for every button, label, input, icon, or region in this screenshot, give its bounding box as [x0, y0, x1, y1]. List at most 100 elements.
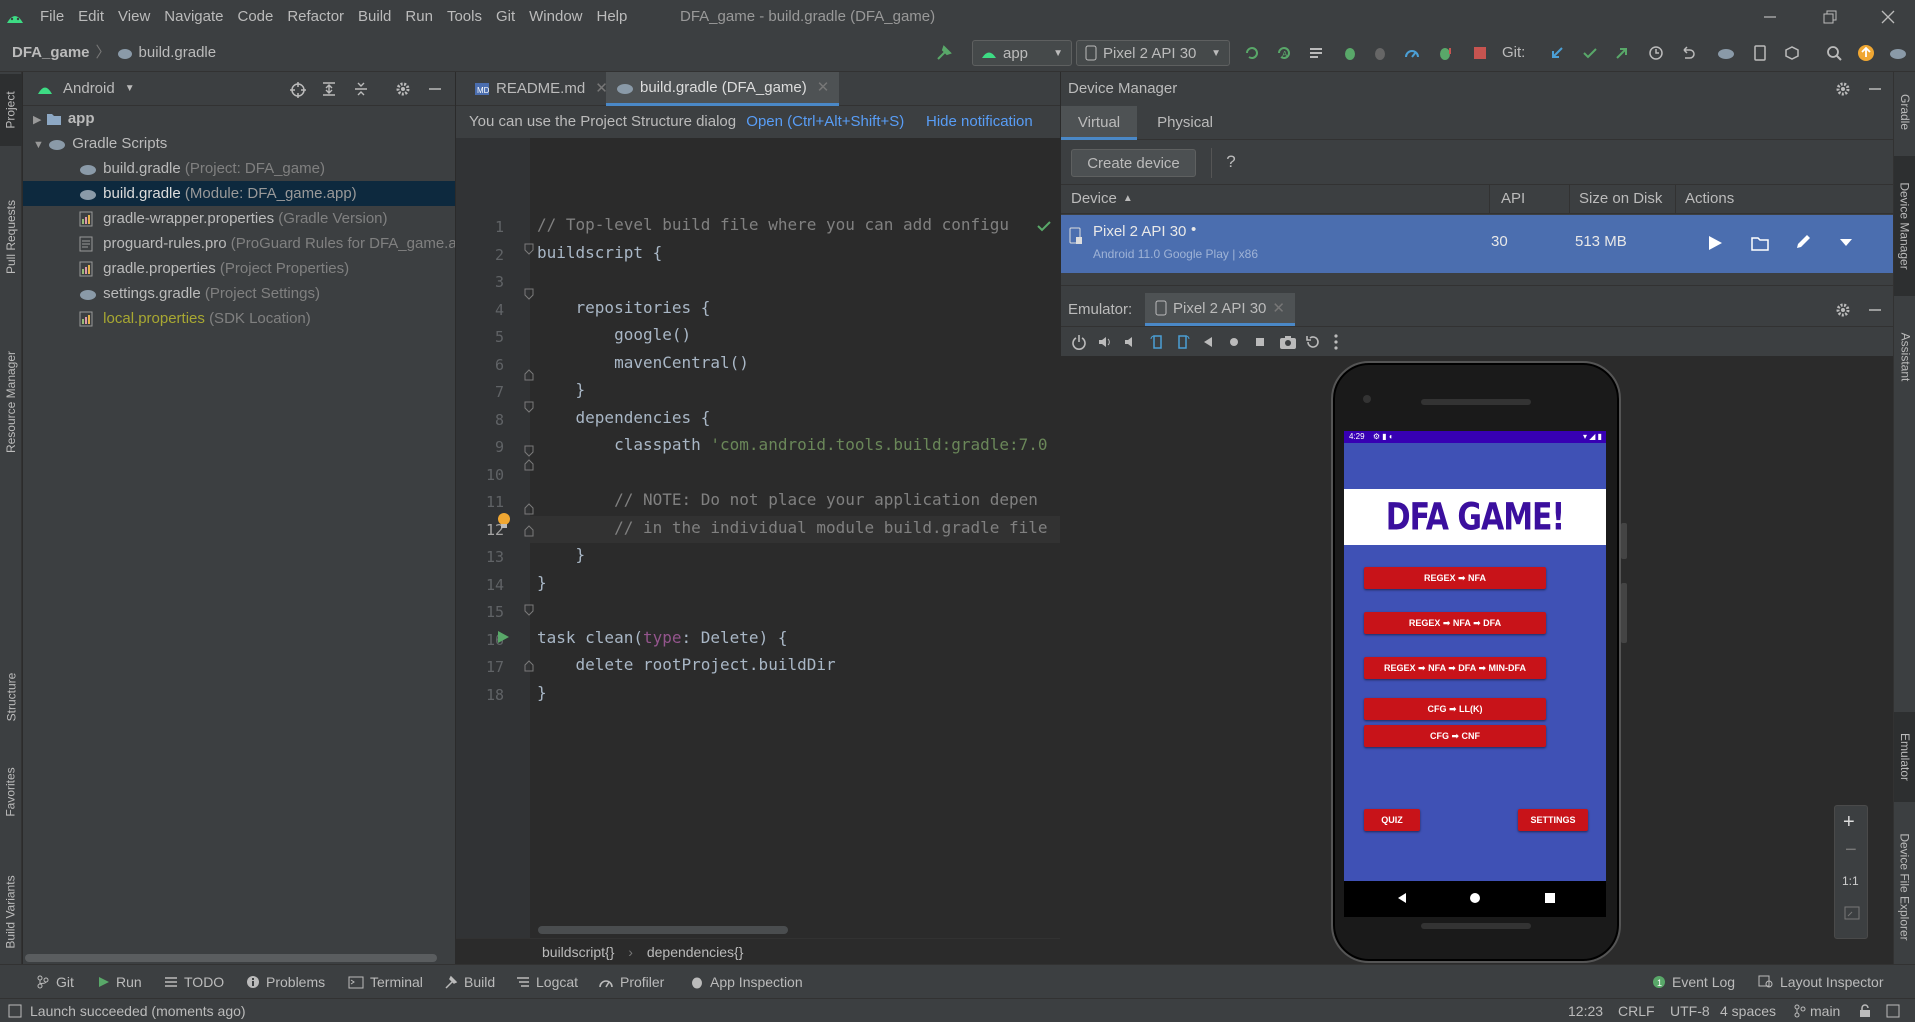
todo-tool-button[interactable]: TODO	[164, 965, 224, 999]
lightbulb-icon[interactable]	[496, 512, 512, 530]
apply-code-changes-icon[interactable]: A	[1272, 42, 1296, 64]
tab-readme[interactable]: MD README.md ✕	[464, 72, 618, 106]
gear-icon[interactable]	[395, 81, 411, 97]
tab-virtual[interactable]: Virtual	[1061, 106, 1137, 140]
overview-icon[interactable]	[1253, 335, 1267, 349]
tree-item-local-properties[interactable]: local.properties (SDK Location)	[23, 306, 455, 331]
help-button[interactable]: ?	[1219, 150, 1243, 174]
file-encoding[interactable]: UTF-8	[1670, 999, 1710, 1022]
device-row[interactable]: Pixel 2 API 30 • Android 11.0 Google Pla…	[1061, 215, 1893, 273]
gradle-tool-tab[interactable]: Gradle	[1894, 72, 1915, 152]
gradle-sync-icon[interactable]	[1714, 42, 1738, 64]
sdk-manager-icon[interactable]	[1780, 42, 1804, 64]
rotate-left-icon[interactable]	[1149, 334, 1165, 350]
project-tool-tab[interactable]: Project	[0, 74, 22, 146]
lock-icon[interactable]	[1858, 1004, 1872, 1018]
column-device[interactable]: Device ▲	[1071, 185, 1133, 213]
menu-build[interactable]: Build	[351, 0, 398, 34]
attach-debugger-icon[interactable]	[1368, 42, 1392, 64]
structure-tool-tab[interactable]: Structure	[0, 642, 22, 752]
search-icon[interactable]	[1822, 42, 1846, 64]
zoom-out-icon[interactable]: −	[1845, 840, 1857, 860]
horizontal-scrollbar[interactable]	[25, 954, 437, 962]
open-folder-icon[interactable]	[1751, 235, 1769, 251]
more-actions-icon[interactable]	[1839, 238, 1853, 248]
update-icon[interactable]	[1854, 42, 1878, 64]
git-commit-icon[interactable]	[1578, 42, 1602, 64]
phone-back-icon[interactable]	[1396, 892, 1408, 904]
menu-git[interactable]: Git	[489, 0, 522, 34]
logcat-tool-button[interactable]: Logcat	[516, 965, 578, 999]
regex-min-dfa-button[interactable]: REGEX ➡ NFA ➡ DFA ➡ MIN-DFA	[1364, 657, 1546, 679]
minimize-icon[interactable]	[1762, 9, 1778, 25]
tree-item-gradle-wrapper[interactable]: gradle-wrapper.properties (Gradle Versio…	[23, 206, 455, 231]
collapse-all-icon[interactable]	[353, 81, 369, 97]
tree-item-build-gradle-project[interactable]: build.gradle (Project: DFA_game)	[23, 156, 455, 181]
device-file-explorer-tool-tab[interactable]: Device File Explorer	[1894, 812, 1915, 962]
power-icon[interactable]	[1071, 334, 1087, 350]
tree-item-gradle-scripts[interactable]: ▼ Gradle Scripts	[23, 131, 455, 156]
camera-icon[interactable]	[1279, 334, 1297, 350]
git-push-icon[interactable]	[1610, 42, 1634, 64]
emulator-device-tab[interactable]: Pixel 2 API 30 ✕	[1145, 293, 1295, 326]
caret-position[interactable]: 12:23	[1568, 999, 1603, 1022]
menu-refactor[interactable]: Refactor	[280, 0, 351, 34]
breadcrumb-file[interactable]: build.gradle	[139, 34, 217, 72]
column-api[interactable]: API	[1501, 185, 1525, 213]
settings-button[interactable]: SETTINGS	[1518, 809, 1588, 831]
menu-navigate[interactable]: Navigate	[157, 0, 230, 34]
menu-run[interactable]: Run	[398, 0, 440, 34]
cfg-ll-button[interactable]: CFG ➡ LL(K)	[1364, 698, 1546, 720]
profile-icon[interactable]	[1400, 42, 1424, 64]
build-tool-button[interactable]: Build	[444, 965, 495, 999]
zoom-actual-button[interactable]: 1:1	[1842, 874, 1859, 888]
pull-requests-tool-tab[interactable]: Pull Requests	[0, 172, 22, 302]
rotate-right-icon[interactable]	[1175, 334, 1191, 350]
attach-process-icon[interactable]	[1434, 42, 1458, 64]
run-gutter-icon[interactable]	[496, 630, 510, 644]
close-icon[interactable]	[1880, 9, 1896, 25]
resource-manager-tool-tab[interactable]: Resource Manager	[0, 302, 22, 502]
status-message[interactable]: Launch succeeded (moments ago)	[30, 999, 246, 1022]
tree-item-settings-gradle[interactable]: settings.gradle (Project Settings)	[23, 281, 455, 306]
gear-icon[interactable]	[1835, 302, 1851, 318]
stop-icon[interactable]	[1468, 42, 1492, 64]
hide-notification-link[interactable]: Hide notification	[926, 106, 1033, 138]
quiz-button[interactable]: QUIZ	[1364, 809, 1420, 831]
build-variants-tool-tab[interactable]: Build Variants	[0, 842, 22, 982]
menu-help[interactable]: Help	[590, 0, 635, 34]
snapshot-icon[interactable]	[1305, 334, 1321, 350]
menu-code[interactable]: Code	[230, 0, 280, 34]
home-icon[interactable]	[1227, 335, 1241, 349]
emulator-tool-tab[interactable]: Emulator	[1894, 712, 1915, 802]
volume-up-icon[interactable]	[1097, 334, 1113, 350]
device-manager-tool-tab[interactable]: Device Manager	[1894, 156, 1915, 296]
line-separator[interactable]: CRLF	[1618, 999, 1655, 1022]
terminal-tool-button[interactable]: Terminal	[348, 965, 423, 999]
column-actions[interactable]: Actions	[1685, 185, 1734, 213]
menu-edit[interactable]: Edit	[71, 0, 111, 34]
assistant-tool-tab[interactable]: Assistant	[1894, 307, 1915, 407]
volume-down-icon[interactable]	[1123, 334, 1139, 350]
regex-nfa-dfa-button[interactable]: REGEX ➡ NFA ➡ DFA	[1364, 612, 1546, 634]
hide-panel-icon[interactable]	[1867, 302, 1883, 318]
rollback-icon[interactable]	[1676, 42, 1700, 64]
project-view-select[interactable]: Android ▼	[63, 72, 135, 106]
menu-view[interactable]: View	[111, 0, 157, 34]
restore-icon[interactable]	[1822, 9, 1838, 25]
history-icon[interactable]	[1644, 42, 1668, 64]
git-tool-button[interactable]: Git	[36, 965, 74, 999]
phone-overview-icon[interactable]	[1545, 893, 1555, 903]
app-inspection-tool-button[interactable]: App Inspection	[690, 965, 803, 999]
favorites-tool-tab[interactable]: Favorites	[0, 737, 22, 847]
expand-all-icon[interactable]	[321, 81, 337, 97]
apply-changes-icon[interactable]	[1240, 42, 1264, 64]
gear-icon[interactable]	[1835, 81, 1851, 97]
close-icon[interactable]: ✕	[817, 71, 830, 105]
zoom-fit-icon[interactable]	[1844, 906, 1860, 920]
crumb-dependencies[interactable]: dependencies{}	[647, 944, 744, 960]
sync-icon[interactable]	[1304, 42, 1328, 64]
menu-tools[interactable]: Tools	[440, 0, 489, 34]
phone-home-icon[interactable]	[1469, 892, 1481, 904]
menu-window[interactable]: Window	[522, 0, 589, 34]
